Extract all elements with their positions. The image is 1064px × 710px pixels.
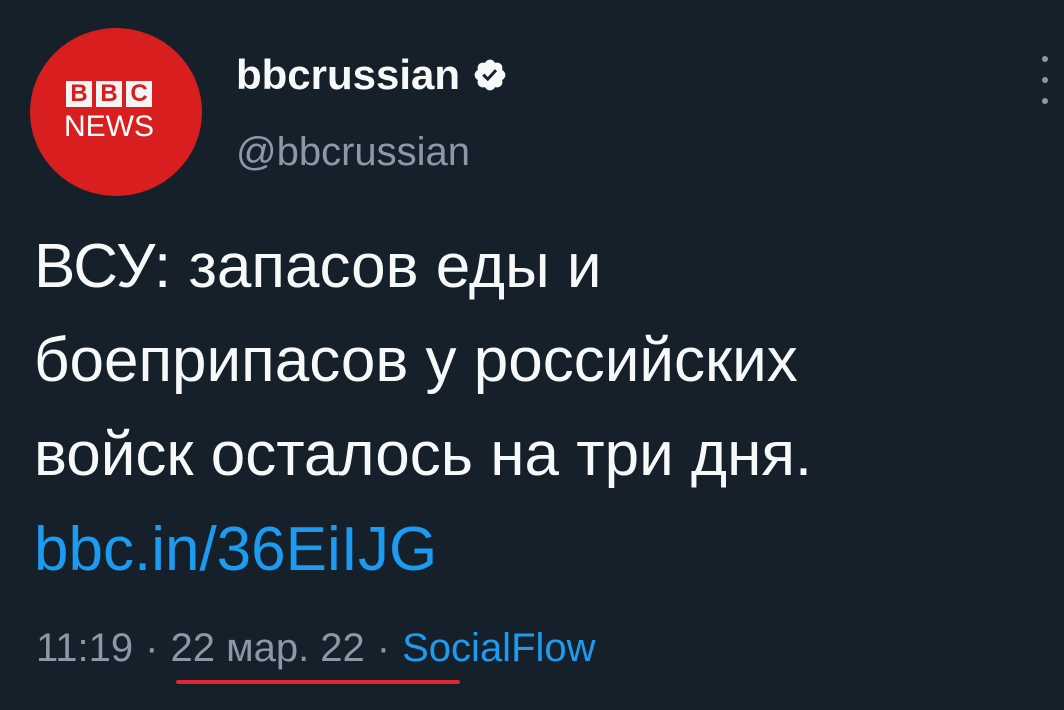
tweet-link[interactable]: bbc.in/36EiIJG: [34, 510, 437, 590]
tweet-card: B B C NEWS bbcrussian @bbcrussian ВСУ: з…: [0, 0, 1064, 710]
tweet-text-line: боеприпасов у российских: [34, 326, 798, 395]
tweet-source[interactable]: SocialFlow: [402, 620, 595, 676]
bbc-logo-block: C: [126, 81, 152, 107]
tweet-text: ВСУ: запасов еды и боеприпасов у российс…: [34, 220, 1044, 502]
meta-separator: ·: [145, 626, 159, 670]
tweet-text-line: войск осталось на три дня.: [34, 420, 813, 489]
verified-badge-icon: [474, 59, 506, 91]
tweet-time[interactable]: 11:19: [36, 620, 133, 676]
more-options-icon[interactable]: [1038, 56, 1052, 104]
tweet-text-line: ВСУ: запасов еды и: [34, 232, 602, 301]
author-name-row[interactable]: bbcrussian: [236, 50, 508, 100]
bbc-logo-subtitle: NEWS: [64, 110, 154, 143]
avatar[interactable]: B B C NEWS: [30, 28, 202, 196]
date-highlight-underline: [176, 680, 460, 684]
display-name[interactable]: bbcrussian: [236, 50, 460, 100]
account-handle[interactable]: @bbcrussian: [236, 128, 470, 176]
tweet-date[interactable]: 22 мар. 22: [170, 620, 364, 676]
meta-separator: ·: [376, 626, 391, 670]
tweet-meta: 11:19 · 22 мар. 22 · SocialFlow: [36, 620, 596, 676]
bbc-logo-block: B: [96, 81, 122, 107]
bbc-logo: B B C: [66, 81, 152, 107]
bbc-logo-block: B: [66, 81, 92, 107]
